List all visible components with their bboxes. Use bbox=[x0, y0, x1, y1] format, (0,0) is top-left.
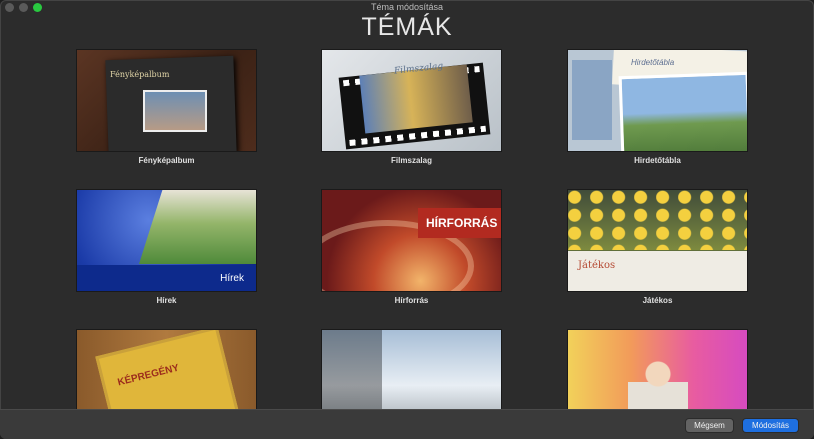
caption-card bbox=[568, 251, 747, 291]
thumb-photo bbox=[359, 64, 473, 134]
thumb-photo bbox=[618, 71, 747, 151]
change-theme-button[interactable]: Módosítás bbox=[743, 419, 798, 432]
theme-label: Játékos bbox=[642, 296, 673, 305]
change-theme-window: Téma módosítása TÉMÁK Fényképalbum Fényk… bbox=[0, 0, 814, 439]
theme-label: Hírforrás bbox=[394, 296, 429, 305]
thumb-caption: Fényképalbum bbox=[110, 70, 170, 79]
thumb-caption: Hírek bbox=[220, 273, 244, 284]
thumb-photo bbox=[143, 90, 207, 132]
flowers-graphic bbox=[568, 190, 747, 250]
theme-label: Fényképalbum bbox=[138, 156, 195, 165]
theme-tile-news[interactable]: Hírek bbox=[77, 190, 256, 291]
theme-tile-playful[interactable]: Játékos bbox=[568, 190, 747, 291]
board-decoration bbox=[572, 60, 612, 140]
thumb-caption: HÍRFORRÁS bbox=[426, 216, 498, 230]
theme-label: Hírek bbox=[156, 296, 177, 305]
thumb-photo bbox=[139, 190, 256, 264]
theme-tile-photo-album[interactable]: Fényképalbum bbox=[77, 50, 256, 151]
cancel-button[interactable]: Mégsem bbox=[686, 419, 733, 432]
thumb-caption: Hirdetőtábla bbox=[631, 58, 675, 67]
bottom-toolbar: Mégsem Módosítás bbox=[0, 409, 814, 439]
theme-tile-news-source[interactable]: HÍRFORRÁS bbox=[322, 190, 501, 291]
thumb-caption: Játékos bbox=[578, 260, 616, 271]
theme-grid: Fényképalbum Fényképalbum Filmszalag Fil… bbox=[0, 0, 814, 431]
theme-label: Hirdetőtábla bbox=[634, 156, 681, 165]
theme-label: Filmszalag bbox=[391, 156, 432, 165]
theme-tile-bulletin-board[interactable]: Hirdetőtábla bbox=[568, 50, 747, 151]
theme-tile-film-strip[interactable]: Filmszalag bbox=[322, 50, 501, 151]
